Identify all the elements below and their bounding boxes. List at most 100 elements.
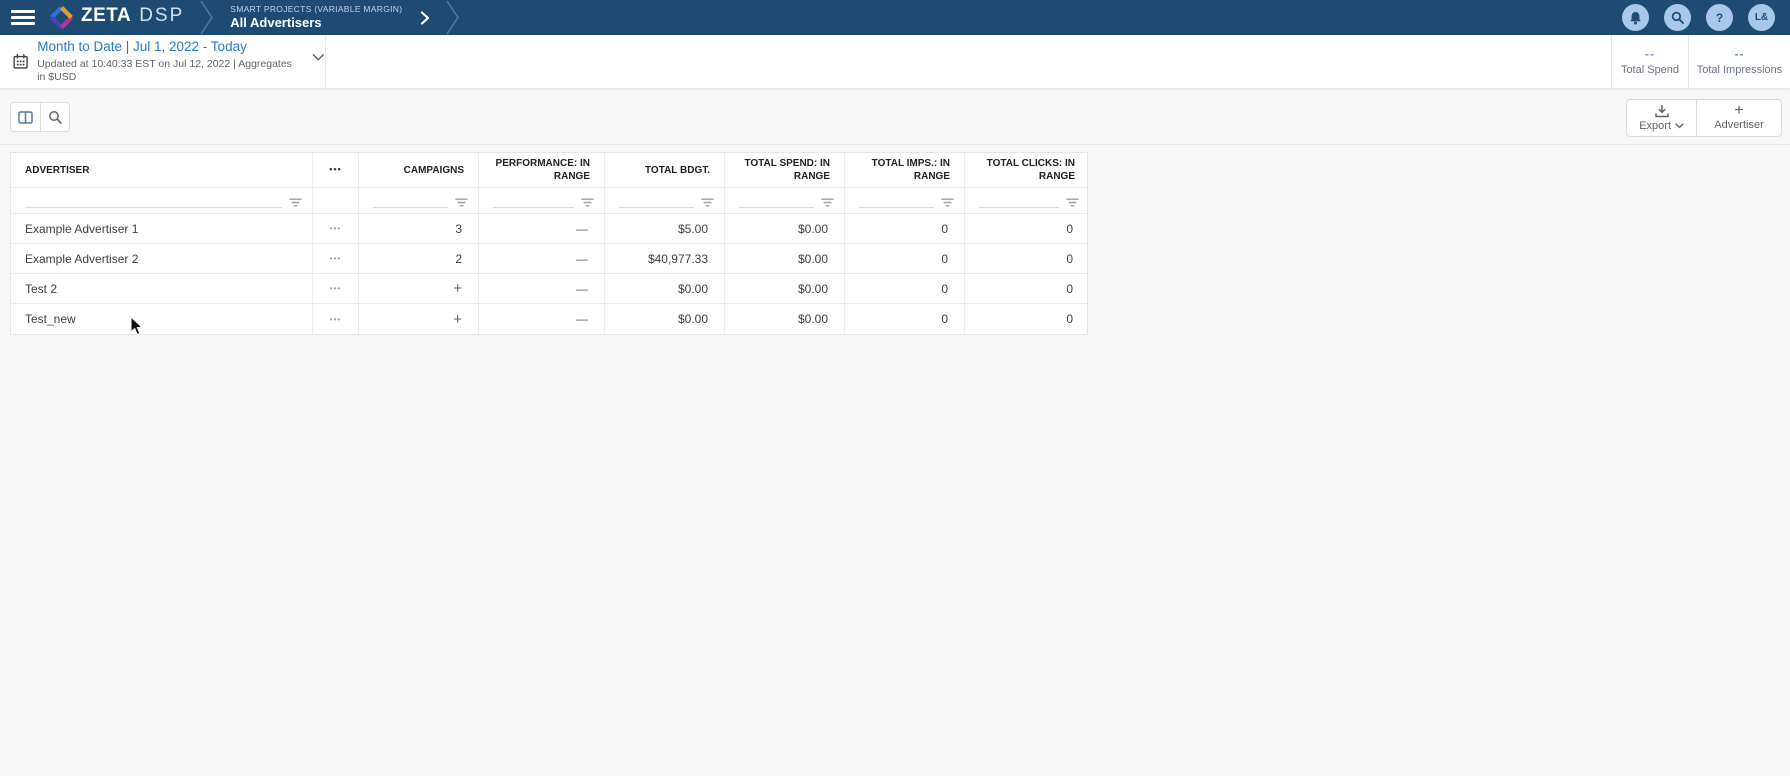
total-imps-cell: 0 <box>845 244 965 273</box>
total-impressions-value: -- <box>1735 47 1745 61</box>
app-screen: ZETA DSP SMART PROJECTS (VARIABLE MARGIN… <box>0 0 1790 776</box>
help-button[interactable]: ? <box>1706 4 1733 31</box>
row-menu-icon[interactable]: ••• <box>313 304 359 334</box>
chevron-down-icon <box>1675 123 1684 129</box>
filter-cell-total-budget <box>605 188 725 213</box>
breadcrumb-separator-icon <box>446 0 460 35</box>
filter-input[interactable] <box>739 196 814 208</box>
advertiser-name-cell[interactable]: Test_new <box>11 304 313 334</box>
chevron-right-icon <box>420 11 430 25</box>
table-row[interactable]: Test_new ••• + — $0.00 $0.00 0 0 <box>11 304 1087 334</box>
question-mark-icon: ? <box>1716 11 1723 25</box>
column-options-icon[interactable]: ••• <box>313 153 359 187</box>
performance-cell: — <box>479 214 605 243</box>
table-filter-row <box>11 188 1087 214</box>
filter-input[interactable] <box>373 196 448 208</box>
breadcrumb-expand-button[interactable] <box>420 11 430 25</box>
filter-cell-advertiser <box>11 188 313 213</box>
columns-view-button[interactable] <box>10 102 40 132</box>
bell-icon <box>1629 11 1642 25</box>
filter-input[interactable] <box>979 196 1059 208</box>
export-button[interactable]: Export <box>1626 99 1696 137</box>
hamburger-menu-icon[interactable] <box>11 10 35 25</box>
row-menu-icon[interactable]: ••• <box>313 244 359 273</box>
calendar-icon <box>13 53 28 70</box>
date-range-title[interactable]: Month to Date | Jul 1, 2022 - Today <box>37 38 302 56</box>
column-header-campaigns[interactable]: CAMPAIGNS <box>359 153 479 187</box>
user-avatar[interactable]: L& <box>1748 4 1775 31</box>
chevron-down-icon[interactable] <box>312 53 325 62</box>
table-search-button[interactable] <box>40 102 70 132</box>
table-row[interactable]: Example Advertiser 2 ••• 2 — $40,977.33 … <box>11 244 1087 274</box>
global-search-button[interactable] <box>1664 4 1691 31</box>
filter-cell-total-spend <box>725 188 845 213</box>
campaigns-cell: 3 <box>359 214 479 243</box>
filter-cell-empty <box>313 188 359 213</box>
performance-cell: — <box>479 274 605 303</box>
filter-input[interactable] <box>859 196 934 208</box>
total-clicks-cell: 0 <box>965 244 1089 273</box>
brand-name: ZETA <box>81 5 131 27</box>
filter-icon[interactable] <box>701 198 714 207</box>
add-campaign-button[interactable]: + <box>453 311 462 328</box>
column-header-performance[interactable]: PERFORMANCE: IN RANGE <box>479 153 605 187</box>
breadcrumb-page-title: All Advertisers <box>230 15 402 31</box>
export-button-label: Export <box>1639 120 1671 132</box>
add-campaign-button[interactable]: + <box>453 280 462 297</box>
filter-icon[interactable] <box>1066 198 1079 207</box>
table-row[interactable]: Test 2 ••• + — $0.00 $0.00 0 0 <box>11 274 1087 304</box>
search-icon <box>1671 11 1684 24</box>
filter-icon[interactable] <box>455 198 468 207</box>
total-spend-cell: $0.00 <box>725 304 845 334</box>
filter-input[interactable] <box>619 196 694 208</box>
filter-icon[interactable] <box>289 198 302 207</box>
date-range-picker[interactable]: Month to Date | Jul 1, 2022 - Today Upda… <box>37 38 302 85</box>
filter-icon[interactable] <box>821 198 834 207</box>
table-row[interactable]: Example Advertiser 1 ••• 3 — $5.00 $0.00… <box>11 214 1087 244</box>
top-nav-bar: ZETA DSP SMART PROJECTS (VARIABLE MARGIN… <box>0 0 1790 35</box>
column-header-advertiser[interactable]: ADVERTISER <box>11 153 313 187</box>
row-menu-icon[interactable]: ••• <box>313 274 359 303</box>
total-spend-cell: $0.00 <box>725 214 845 243</box>
filter-input[interactable] <box>25 196 282 208</box>
column-header-total-clicks[interactable]: TOTAL CLICKS: IN RANGE <box>965 153 1089 187</box>
row-menu-icon[interactable]: ••• <box>313 214 359 243</box>
date-range-section: Month to Date | Jul 1, 2022 - Today Upda… <box>0 35 326 88</box>
total-spend-cell: $0.00 <box>725 244 845 273</box>
performance-cell: — <box>479 304 605 334</box>
total-clicks-cell: 0 <box>965 304 1089 334</box>
breadcrumb-project-label: SMART PROJECTS (VARIABLE MARGIN) <box>230 4 402 15</box>
filter-cell-total-clicks <box>965 188 1089 213</box>
filter-cell-performance <box>479 188 605 213</box>
table-header-row: ADVERTISER ••• CAMPAIGNS PERFORMANCE: IN… <box>11 153 1087 188</box>
columns-icon <box>18 111 33 124</box>
total-spend-cell: $0.00 <box>725 274 845 303</box>
filter-icon[interactable] <box>941 198 954 207</box>
brand-suffix: DSP <box>139 5 184 27</box>
table-toolbar: Export + Advertiser <box>0 88 1790 145</box>
total-imps-cell: 0 <box>845 304 965 334</box>
avatar-initials: L& <box>1755 12 1768 23</box>
breadcrumb[interactable]: SMART PROJECTS (VARIABLE MARGIN) All Adv… <box>230 4 402 31</box>
filter-input[interactable] <box>493 196 574 208</box>
filter-icon[interactable] <box>581 198 594 207</box>
download-icon <box>1655 105 1669 118</box>
advertiser-name-cell[interactable]: Example Advertiser 1 <box>11 214 313 243</box>
add-advertiser-button[interactable]: + Advertiser <box>1696 99 1782 137</box>
total-imps-cell: 0 <box>845 214 965 243</box>
total-spend-value: -- <box>1645 47 1655 61</box>
column-header-total-imps[interactable]: TOTAL IMPS.: IN RANGE <box>845 153 965 187</box>
total-impressions-label: Total Impressions <box>1697 64 1783 76</box>
filter-cell-total-imps <box>845 188 965 213</box>
advertiser-name-cell[interactable]: Test 2 <box>11 274 313 303</box>
advertiser-name-cell[interactable]: Example Advertiser 2 <box>11 244 313 273</box>
total-clicks-cell: 0 <box>965 214 1089 243</box>
column-header-total-spend[interactable]: TOTAL SPEND: IN RANGE <box>725 153 845 187</box>
campaigns-cell: 2 <box>359 244 479 273</box>
search-icon <box>48 110 62 124</box>
performance-cell: — <box>479 244 605 273</box>
total-imps-cell: 0 <box>845 274 965 303</box>
notifications-button[interactable] <box>1622 4 1649 31</box>
total-clicks-cell: 0 <box>965 274 1089 303</box>
column-header-total-budget[interactable]: TOTAL BDGT. <box>605 153 725 187</box>
